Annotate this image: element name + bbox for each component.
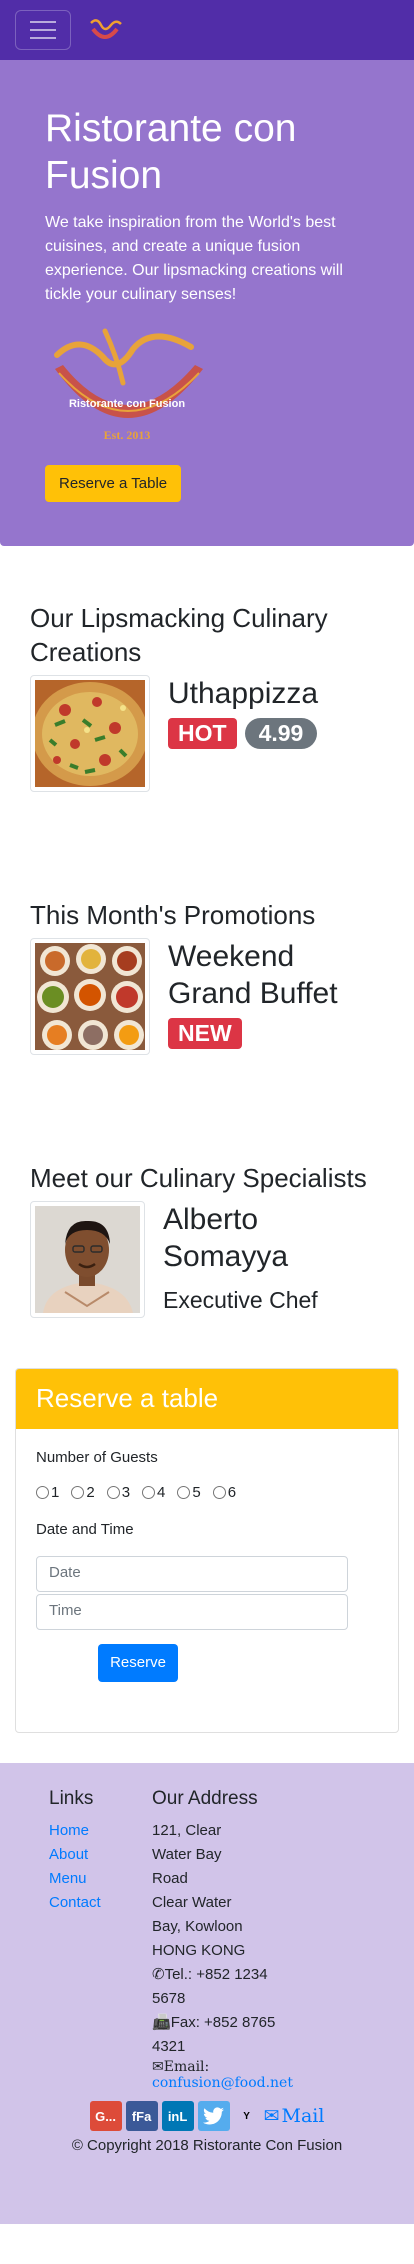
- promotion-heading: This Month's Promotions: [30, 900, 316, 930]
- footer-link-about[interactable]: About: [49, 1843, 152, 1867]
- youtube-button[interactable]: Y: [234, 2101, 260, 2131]
- phone-icon: ✆: [152, 1966, 165, 1983]
- google-plus-button[interactable]: G...: [89, 2101, 122, 2131]
- reserve-card: Reserve a table Number of Guests 1 2 3 4…: [15, 1368, 399, 1733]
- guests-radio-1[interactable]: 1: [36, 1484, 59, 1501]
- dish-name: Uthappizza: [168, 677, 319, 710]
- radio-button[interactable]: [106, 1486, 120, 1499]
- radio-button[interactable]: [71, 1486, 85, 1499]
- address-line: 121, Clear: [152, 1822, 222, 1839]
- pizza-image: [35, 680, 145, 787]
- address-line: Water Bay: [152, 1846, 222, 1863]
- leader-body: Alberto Somayya Executive Chef: [163, 1201, 384, 1318]
- copyright-text: © Copyright 2018 Ristorante Con Fusion: [71, 2137, 343, 2154]
- promotion-name: Weekend Grand Buffet: [168, 940, 338, 1010]
- address-line: Bay, Kowloon: [152, 1918, 243, 1935]
- promotion-media: Weekend Grand Buffet NEW: [30, 938, 384, 1055]
- promotion-thumbnail: [30, 938, 150, 1055]
- promotion-body: Weekend Grand Buffet NEW: [168, 938, 384, 1055]
- email-line: ✉Email:: [152, 2059, 210, 2075]
- footer-address-heading: Our Address: [152, 1788, 258, 1809]
- leader-thumbnail: [30, 1201, 145, 1318]
- social-buttons: G... fFa inL Y ✉ Mail: [15, 2101, 399, 2131]
- dish-media: Uthappizza HOT 4.99: [30, 675, 384, 792]
- hot-badge: HOT: [168, 718, 237, 749]
- guests-radio-4[interactable]: 4: [142, 1484, 165, 1501]
- leader-name: Alberto Somayya: [163, 1203, 289, 1273]
- radio-button[interactable]: [36, 1486, 49, 1499]
- time-input[interactable]: Time: [36, 1594, 348, 1630]
- reserve-submit-button[interactable]: Reserve: [98, 1644, 178, 1682]
- price-badge: 4.99: [244, 718, 318, 749]
- logo-est-text: Est. 2013: [104, 428, 151, 442]
- footer-link-menu[interactable]: Menu: [49, 1867, 152, 1891]
- footer-link-contact[interactable]: Contact: [49, 1891, 152, 1915]
- radio-button[interactable]: [142, 1486, 156, 1499]
- brand-logo[interactable]: [85, 15, 125, 45]
- datetime-label: Date and Time: [36, 1521, 134, 1538]
- email-link[interactable]: confusion@food.net: [152, 2075, 293, 2091]
- guests-radio-6[interactable]: 6: [212, 1484, 236, 1501]
- jumbotron: Ristorante con Fusion We take inspiratio…: [0, 60, 414, 546]
- guests-radio-3[interactable]: 3: [106, 1484, 130, 1501]
- radio-button[interactable]: [177, 1486, 191, 1499]
- leader-heading: Meet our Culinary Specialists: [30, 1163, 367, 1193]
- envelope-icon: ✉: [152, 2059, 164, 2075]
- reserve-table-button[interactable]: Reserve a Table: [45, 465, 182, 502]
- twitter-bird-icon: [202, 2107, 224, 2125]
- buffet-image: [35, 943, 145, 1050]
- leader-designation: Executive Chef: [163, 1287, 318, 1313]
- footer: Links Home About Menu Contact Our Addres…: [0, 1763, 414, 2224]
- chef-photo: [35, 1206, 140, 1313]
- guests-radio-group: 1 2 3 4 5 6: [36, 1484, 378, 1501]
- fax-line: 📠Fax: +852 8765 4321: [152, 2014, 276, 2055]
- address-line: Clear Water: [152, 1894, 232, 1911]
- date-input[interactable]: Date: [36, 1556, 348, 1592]
- promotion-section: This Month's Promotions Weekend Grand Bu…: [0, 898, 414, 1055]
- facebook-button[interactable]: fFa: [125, 2101, 158, 2131]
- twitter-button[interactable]: [197, 2101, 230, 2131]
- reserve-card-body: Number of Guests 1 2 3 4 5 6 Date and Ti…: [16, 1429, 398, 1702]
- leader-media: Alberto Somayya Executive Chef: [30, 1201, 384, 1318]
- tel-line: ✆Tel.: +852 1234 5678: [152, 1966, 268, 2007]
- footer-links-heading: Links: [49, 1788, 94, 1809]
- guests-label: Number of Guests: [36, 1449, 158, 1466]
- dish-thumbnail: [30, 675, 150, 792]
- footer-links-column: Links Home About Menu Contact: [15, 1787, 152, 2091]
- hamburger-icon-line: [30, 21, 56, 23]
- guests-radio-5[interactable]: 5: [177, 1484, 201, 1501]
- leader-section: Meet our Culinary Specialists Alberto So…: [0, 1161, 414, 1318]
- address-line: Road: [152, 1870, 188, 1887]
- hamburger-icon-line: [30, 29, 56, 31]
- hamburger-icon-line: [30, 37, 56, 39]
- footer-link-home[interactable]: Home: [49, 1819, 152, 1843]
- fax-icon: 📠: [152, 2014, 171, 2031]
- jumbotron-text: We take inspiration from the World's bes…: [45, 214, 343, 303]
- navbar-toggler-button[interactable]: [15, 10, 71, 50]
- restaurant-logo: Ristorante con Fusion Est. 2013: [54, 328, 203, 442]
- jumbotron-title: Ristorante con Fusion: [45, 107, 297, 197]
- dish-section: Our Lipsmacking Culinary Creations Uthap…: [0, 601, 414, 792]
- dish-body: Uthappizza HOT 4.99: [168, 675, 318, 792]
- linkedin-button[interactable]: inL: [161, 2101, 194, 2131]
- envelope-icon: ✉: [263, 2105, 280, 2127]
- new-badge: NEW: [168, 1018, 242, 1049]
- guests-radio-2[interactable]: 2: [71, 1484, 95, 1501]
- footer-address-column: Our Address 121, Clear Water Bay Road Cl…: [152, 1787, 293, 2091]
- navbar: [0, 0, 414, 60]
- logo-text: Ristorante con Fusion: [69, 398, 185, 410]
- radio-button[interactable]: [212, 1486, 226, 1499]
- mail-button[interactable]: ✉ Mail: [264, 2105, 325, 2127]
- reserve-card-header: Reserve a table: [16, 1369, 398, 1429]
- dish-heading: Our Lipsmacking Culinary Creations: [30, 603, 328, 667]
- address-line: HONG KONG: [152, 1942, 246, 1959]
